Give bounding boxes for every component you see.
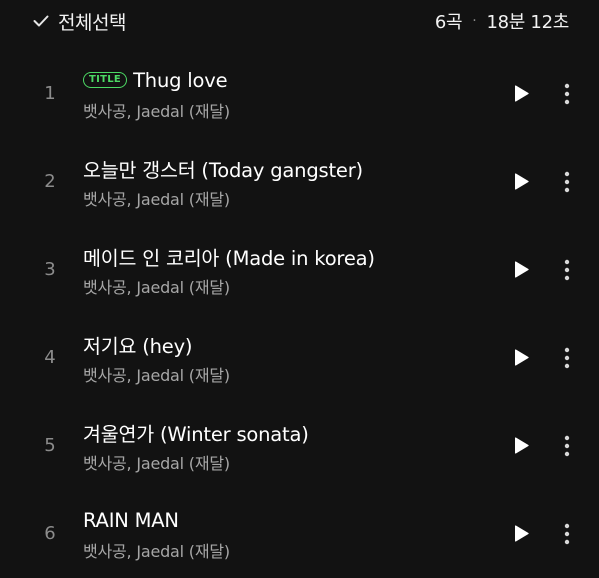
track-artist: 뱃사공, Jaedal (재달) bbox=[83, 190, 230, 209]
play-button[interactable] bbox=[508, 81, 534, 107]
track-number: 3 bbox=[44, 259, 56, 280]
more-vertical-icon bbox=[564, 523, 570, 545]
track-number: 6 bbox=[44, 523, 56, 544]
more-vertical-icon bbox=[564, 171, 570, 193]
play-button[interactable] bbox=[508, 521, 534, 547]
track-artist: 뱃사공, Jaedal (재달) bbox=[83, 366, 230, 385]
track-title-row: TITLE Thug love bbox=[83, 67, 228, 93]
more-options-button[interactable] bbox=[556, 169, 578, 195]
track-number: 2 bbox=[44, 171, 56, 192]
track-row[interactable]: 4 저기요 (hey) 뱃사공, Jaedal (재달) bbox=[0, 314, 599, 402]
track-row[interactable]: 6 RAIN MAN 뱃사공, Jaedal (재달) bbox=[0, 490, 599, 578]
play-button[interactable] bbox=[508, 169, 534, 195]
check-icon bbox=[32, 12, 50, 30]
track-title: 겨울연가 (Winter sonata) bbox=[83, 422, 309, 446]
track-artist: 뱃사공, Jaedal (재달) bbox=[83, 278, 230, 297]
track-row[interactable]: 2 오늘만 갱스터 (Today gangster) 뱃사공, Jaedal (… bbox=[0, 138, 599, 226]
play-button[interactable] bbox=[508, 257, 534, 283]
play-button[interactable] bbox=[508, 345, 534, 371]
track-number: 4 bbox=[44, 347, 56, 368]
track-artist: 뱃사공, Jaedal (재달) bbox=[83, 102, 230, 121]
more-vertical-icon bbox=[564, 435, 570, 457]
track-number: 1 bbox=[44, 83, 56, 104]
play-icon bbox=[515, 261, 529, 278]
select-all-button[interactable]: 전체선택 bbox=[32, 8, 126, 34]
track-title-row: 저기요 (hey) bbox=[83, 331, 193, 358]
more-options-button[interactable] bbox=[556, 81, 578, 107]
track-artist: 뱃사공, Jaedal (재달) bbox=[83, 542, 230, 561]
track-row[interactable]: 5 겨울연가 (Winter sonata) 뱃사공, Jaedal (재달) bbox=[0, 402, 599, 490]
track-title-row: 겨울연가 (Winter sonata) bbox=[83, 419, 309, 446]
title-track-badge: TITLE bbox=[83, 72, 128, 88]
play-icon bbox=[515, 525, 529, 542]
more-vertical-icon bbox=[564, 347, 570, 369]
track-title: 메이드 인 코리아 (Made in korea) bbox=[83, 246, 375, 270]
track-list: 1 TITLE Thug love 뱃사공, Jaedal (재달) 2 오늘만… bbox=[0, 50, 599, 578]
track-title: Thug love bbox=[133, 68, 228, 92]
summary-separator: · bbox=[472, 13, 477, 29]
track-number: 5 bbox=[44, 435, 56, 456]
play-icon bbox=[515, 85, 529, 102]
track-count: 6곡 bbox=[434, 12, 463, 33]
more-options-button[interactable] bbox=[556, 433, 578, 459]
track-row[interactable]: 1 TITLE Thug love 뱃사공, Jaedal (재달) bbox=[0, 50, 599, 138]
play-icon bbox=[515, 349, 529, 366]
track-title: 저기요 (hey) bbox=[83, 334, 193, 358]
more-vertical-icon bbox=[564, 259, 570, 281]
track-title-row: RAIN MAN bbox=[83, 507, 179, 533]
more-options-button[interactable] bbox=[556, 345, 578, 371]
track-list-header: 전체선택 6곡 · 18분 12초 bbox=[0, 0, 599, 44]
track-row[interactable]: 3 메이드 인 코리아 (Made in korea) 뱃사공, Jaedal … bbox=[0, 226, 599, 314]
track-artist: 뱃사공, Jaedal (재달) bbox=[83, 454, 230, 473]
play-button[interactable] bbox=[508, 433, 534, 459]
more-vertical-icon bbox=[564, 83, 570, 105]
play-icon bbox=[515, 173, 529, 190]
total-duration: 18분 12초 bbox=[486, 12, 569, 33]
track-title: RAIN MAN bbox=[83, 508, 179, 532]
track-title-row: 메이드 인 코리아 (Made in korea) bbox=[83, 243, 375, 270]
select-all-label: 전체선택 bbox=[58, 11, 126, 34]
track-title-row: 오늘만 갱스터 (Today gangster) bbox=[83, 155, 363, 182]
more-options-button[interactable] bbox=[556, 521, 578, 547]
album-summary: 6곡 · 18분 12초 bbox=[435, 8, 569, 34]
play-icon bbox=[515, 437, 529, 454]
track-title: 오늘만 갱스터 (Today gangster) bbox=[83, 158, 363, 182]
more-options-button[interactable] bbox=[556, 257, 578, 283]
